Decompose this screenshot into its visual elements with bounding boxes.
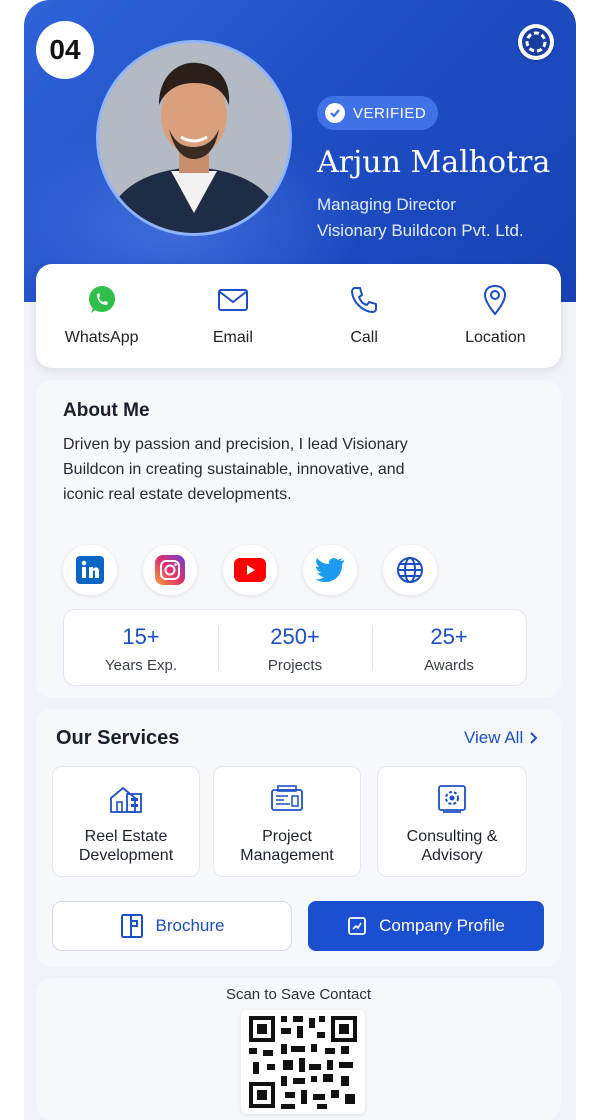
twitter-link[interactable] (303, 545, 357, 595)
service-title: Project Management (240, 827, 333, 865)
consulting-gear-icon (438, 785, 466, 813)
whatsapp-label: WhatsApp (64, 329, 139, 346)
settings-button[interactable] (518, 24, 554, 60)
profile-photo (96, 40, 292, 236)
blueprint-icon (271, 785, 303, 811)
stat-projects: 250+ Projects (218, 610, 372, 685)
document-icon (348, 917, 367, 935)
view-all-link[interactable]: View All (464, 728, 538, 748)
website-link[interactable] (383, 545, 437, 595)
email-label: Email (212, 329, 253, 346)
stat-years: 15+ Years Exp. (64, 610, 218, 685)
service-title-line: Development (78, 847, 174, 864)
service-title-line: Reel Estate (84, 828, 168, 845)
service-title: Reel Estate Development (79, 827, 173, 865)
services-section: Our Services View All Reel Estate Develo… (36, 709, 561, 967)
call-label: Call (350, 329, 378, 346)
qr-caption: Scan to Save Contact (225, 986, 372, 1003)
view-all-label: View All (464, 728, 524, 747)
check-badge-icon (325, 103, 345, 123)
whatsapp-button[interactable]: WhatsApp (36, 264, 167, 368)
profile-name: Arjun Malhotra (317, 145, 551, 180)
service-title: Consulting & Advisory (407, 827, 498, 865)
service-title-line: Advisory (421, 847, 483, 864)
whatsapp-icon (88, 286, 115, 313)
about-text: Driven by passion and precision, I lead … (63, 436, 408, 503)
qr-code-image (249, 1016, 357, 1109)
stat-label: Years Exp. (105, 657, 177, 674)
phone-icon (351, 287, 378, 313)
brochure-icon (120, 914, 143, 938)
contact-actions: WhatsApp Email Call Location (36, 264, 561, 368)
qr-section: Scan to Save Contact (36, 978, 561, 1120)
stat-value: 15+ (122, 624, 160, 649)
youtube-link[interactable] (223, 545, 277, 595)
brochure-label: Brochure (155, 916, 225, 935)
about-heading: About Me (63, 400, 150, 421)
globe-icon (397, 557, 423, 583)
twitter-icon (315, 558, 344, 583)
person-portrait-image (99, 43, 289, 233)
linkedin-link[interactable] (63, 545, 117, 595)
chevron-right-icon (530, 732, 538, 744)
social-links (63, 545, 437, 595)
qr-code[interactable] (241, 1010, 365, 1114)
service-title-line: Management (240, 847, 334, 864)
service-card-real-estate[interactable]: Reel Estate Development (52, 766, 200, 877)
stat-awards: 25+ Awards (372, 610, 526, 685)
brochure-button[interactable]: Brochure (52, 901, 292, 951)
job-title: Managing Director (317, 195, 456, 214)
business-card: 04 VERIFIED Arjun Malhotra Managing Dire… (24, 0, 576, 1120)
instagram-link[interactable] (143, 545, 197, 595)
stats-box: 15+ Years Exp. 250+ Projects 25+ Awards (63, 609, 527, 686)
email-button[interactable]: Email (167, 264, 298, 368)
instagram-icon (155, 555, 185, 585)
gear-icon (522, 28, 550, 56)
stat-value: 250+ (270, 624, 320, 649)
service-title-line: Project (262, 828, 312, 845)
about-section: About Me Driven by passion and precision… (36, 380, 561, 698)
service-card-project-management[interactable]: Project Management (213, 766, 361, 877)
location-button[interactable]: Location (430, 264, 561, 368)
service-card-consulting[interactable]: Consulting & Advisory (377, 766, 527, 877)
services-heading: Our Services (56, 727, 180, 749)
call-button[interactable]: Call (299, 264, 430, 368)
stat-label: Awards (424, 657, 474, 674)
profile-role: Managing Director Visionary Buildcon Pvt… (317, 192, 524, 244)
company-profile-label: Company Profile (379, 916, 505, 935)
stat-value: 25+ (430, 624, 468, 649)
location-pin-icon (484, 284, 507, 316)
building-icon (110, 786, 142, 813)
company-profile-button[interactable]: Company Profile (308, 901, 544, 951)
verified-label: VERIFIED (353, 104, 427, 122)
mail-icon (217, 289, 248, 311)
company-name: Visionary Buildcon Pvt. Ltd. (317, 221, 524, 240)
service-title-line: Consulting & (406, 828, 498, 845)
linkedin-icon (76, 556, 104, 584)
youtube-icon (234, 558, 266, 582)
location-label: Location (465, 329, 526, 346)
verified-badge: VERIFIED (317, 96, 439, 130)
stat-label: Projects (267, 657, 323, 674)
card-number-badge: 04 (36, 21, 94, 79)
